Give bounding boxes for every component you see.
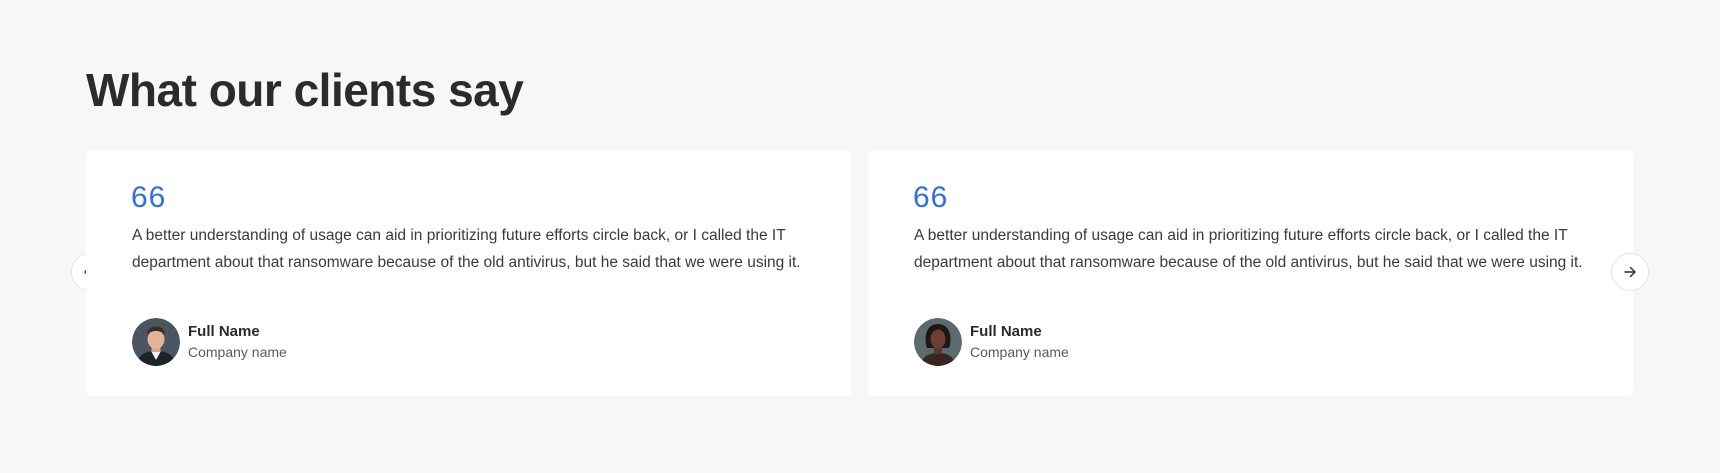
section-title: What our clients say	[86, 64, 524, 116]
testimonial-card: 66 A better understanding of usage can a…	[86, 150, 851, 396]
testimonial-text: A better understanding of usage can aid …	[914, 227, 1583, 271]
quote-icon: 66	[131, 181, 167, 214]
author-company: Company name	[188, 344, 287, 360]
next-button[interactable]	[1611, 253, 1649, 291]
testimonial-author: Full Name Company name	[132, 318, 287, 366]
avatar	[914, 318, 962, 366]
author-name: Full Name	[970, 323, 1042, 340]
testimonial-card: 66 A better understanding of usage can a…	[868, 150, 1633, 396]
arrow-right-icon	[1624, 266, 1636, 278]
author-company: Company name	[970, 344, 1069, 360]
testimonial-text: A better understanding of usage can aid …	[132, 227, 801, 271]
author-name: Full Name	[188, 323, 260, 340]
quote-icon: 66	[913, 181, 949, 214]
avatar	[132, 318, 180, 366]
testimonial-author: Full Name Company name	[914, 318, 1069, 366]
